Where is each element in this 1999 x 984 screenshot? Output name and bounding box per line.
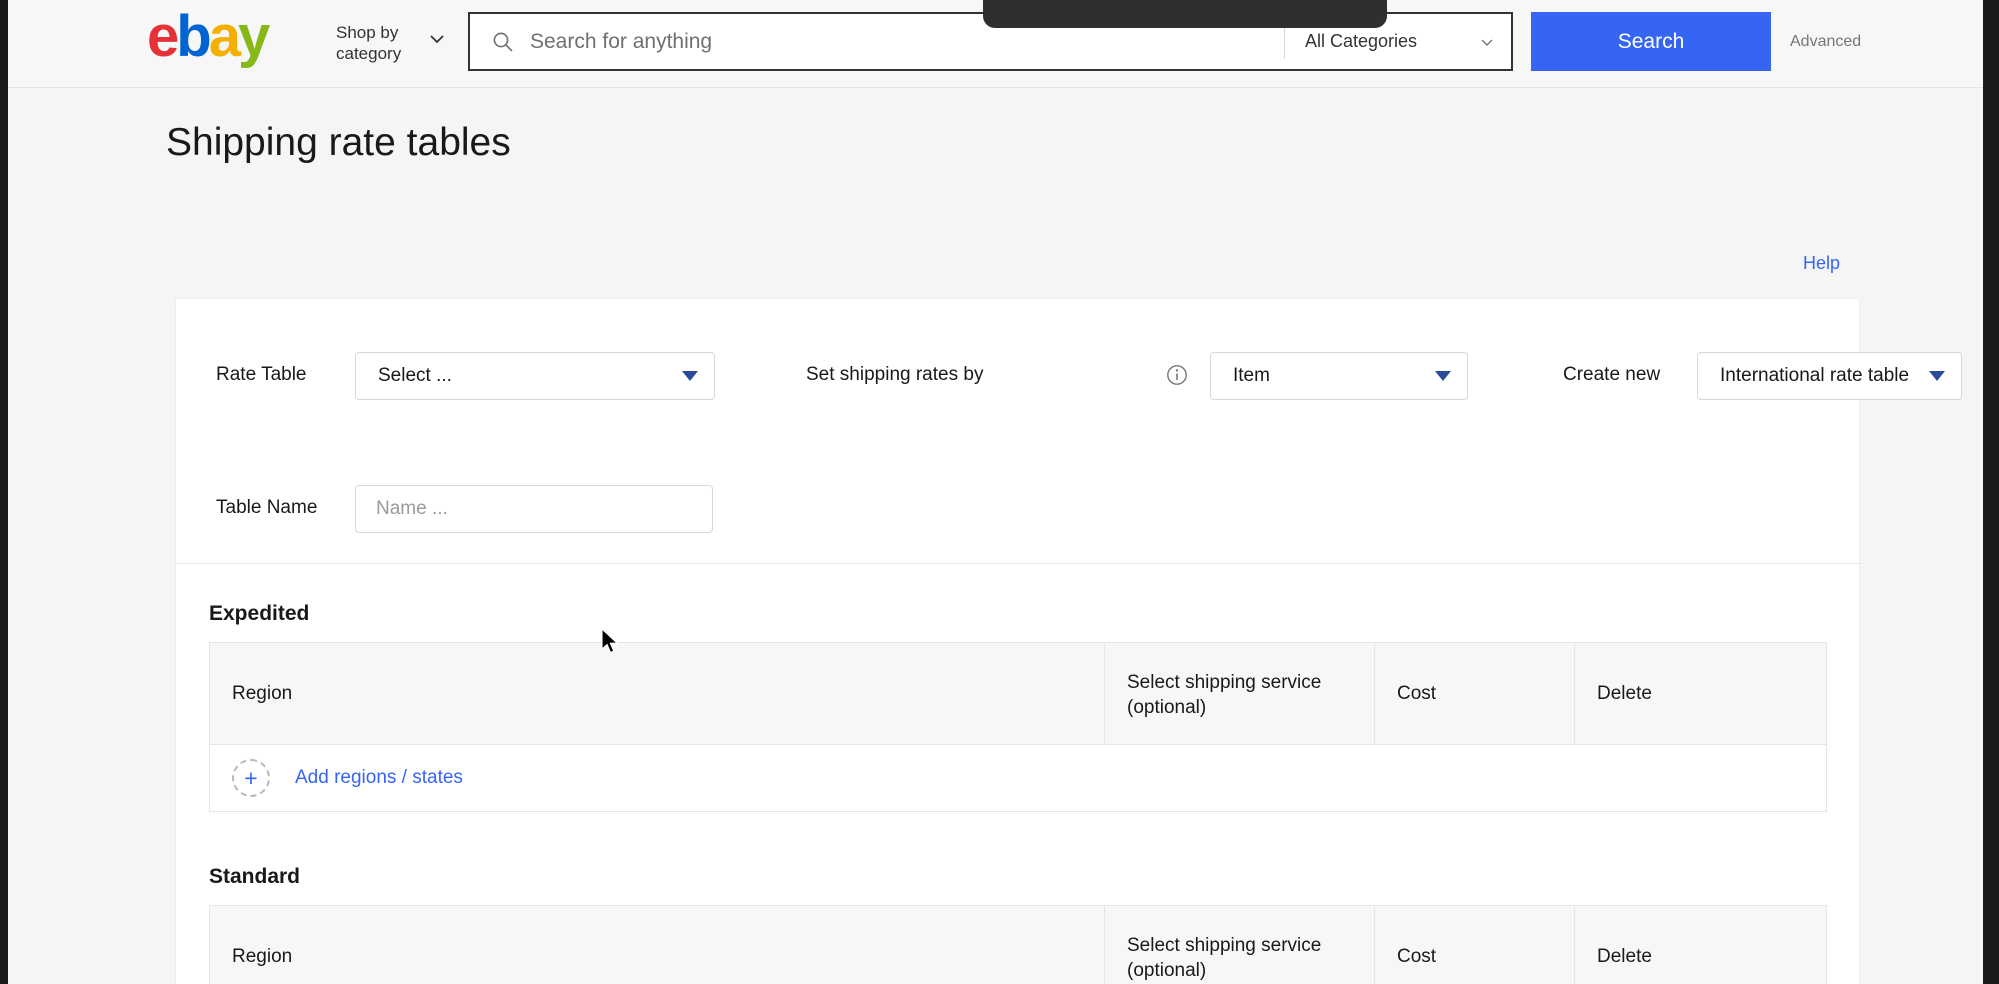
- caret-down-icon: [1435, 371, 1451, 381]
- plus-icon[interactable]: +: [232, 759, 270, 797]
- column-header-delete: Delete: [1597, 946, 1652, 967]
- page-viewport: ebay Shop by category All Categories: [8, 0, 1983, 984]
- ebay-logo[interactable]: ebay: [147, 8, 270, 66]
- rate-table-select-value: Select ...: [378, 365, 452, 386]
- info-icon[interactable]: [1166, 364, 1188, 386]
- rate-table-card: Rate Table Select ... Set shipping rates…: [175, 298, 1962, 984]
- column-header-cost: Cost: [1375, 906, 1575, 984]
- search-button[interactable]: Search: [1531, 12, 1771, 71]
- chevron-down-icon[interactable]: [428, 30, 446, 48]
- set-shipping-rates-by-value: Item: [1233, 365, 1270, 386]
- column-header-service: Select shipping service (optional): [1105, 643, 1375, 744]
- form-row-selectors: Rate Table Select ... Set shipping rates…: [176, 340, 1962, 410]
- set-shipping-rates-by-label: Set shipping rates by: [806, 364, 984, 385]
- rate-table-standard: Region Select shipping service (optional…: [209, 905, 1827, 984]
- category-select-value: All Categories: [1305, 31, 1418, 51]
- caret-down-icon: [1929, 371, 1945, 381]
- create-new-label: Create new: [1563, 364, 1661, 385]
- set-shipping-rates-by-select[interactable]: Item: [1210, 352, 1468, 400]
- section-title: Standard: [209, 865, 301, 888]
- column-header-region: Region: [210, 906, 1105, 984]
- logo-letter-e: e: [147, 4, 179, 69]
- column-header-region: Region: [210, 643, 1105, 744]
- logo-letter-b: b: [176, 4, 211, 69]
- column-header-cost: Cost: [1375, 643, 1575, 744]
- caret-down-icon: [682, 371, 698, 381]
- table-name-input[interactable]: [355, 485, 713, 533]
- table-name-label: Table Name: [216, 497, 318, 518]
- section-expedited: Expedited Region Select shipping service…: [209, 602, 1827, 812]
- rate-table-label: Rate Table: [216, 364, 307, 385]
- create-new-select[interactable]: International rate table: [1697, 352, 1962, 400]
- table-header-row: Region Select shipping service (optional…: [210, 643, 1826, 745]
- logo-letter-y: y: [237, 4, 270, 69]
- chevron-down-icon: [1479, 34, 1495, 50]
- search-icon: [492, 31, 514, 53]
- card-divider: [176, 563, 1861, 564]
- section-standard: Standard Region Select shipping service …: [209, 865, 1827, 984]
- logo-letter-a: a: [208, 4, 241, 69]
- top-dark-overlay: [983, 0, 1387, 28]
- rate-table-expedited: Region Select shipping service (optional…: [209, 642, 1827, 812]
- browser-frame: ebay Shop by category All Categories: [0, 0, 1999, 984]
- advanced-search-link[interactable]: Advanced: [1790, 33, 1861, 51]
- column-header-delete: Delete: [1597, 683, 1652, 704]
- create-new-select-value: International rate table: [1720, 365, 1910, 386]
- rate-table-select[interactable]: Select ...: [355, 352, 715, 400]
- help-link[interactable]: Help: [1803, 253, 1840, 274]
- page-title: Shipping rate tables: [166, 121, 511, 164]
- shop-by-category-label[interactable]: Shop by category: [336, 22, 420, 64]
- form-row-table-name: Table Name: [176, 473, 1861, 543]
- section-title: Expedited: [209, 602, 310, 625]
- column-header-service: Select shipping service (optional): [1105, 906, 1375, 984]
- add-regions-row[interactable]: + Add regions / states: [210, 745, 1826, 811]
- add-regions-states-link[interactable]: Add regions / states: [295, 767, 463, 789]
- table-header-row: Region Select shipping service (optional…: [210, 906, 1826, 984]
- search-input[interactable]: [530, 29, 1284, 54]
